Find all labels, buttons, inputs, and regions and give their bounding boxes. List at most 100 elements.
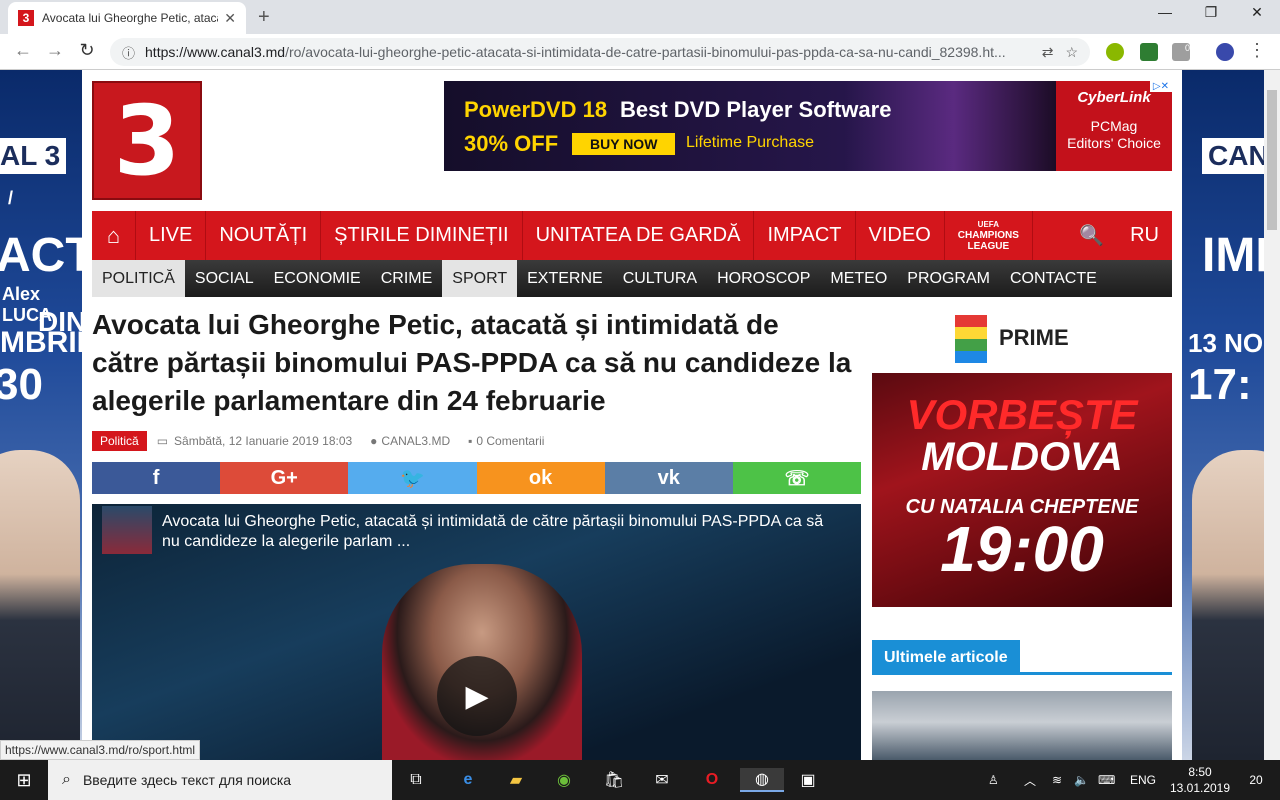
task-view-icon[interactable]: ⧉ [404,768,428,792]
subnav-item-externe[interactable]: EXTERNE [517,260,613,297]
reload-button[interactable]: ↻ [74,40,100,61]
address-bar[interactable]: ⓘ https://www.canal3.md/ro/avocata-lui-g… [110,38,1090,66]
subnav-item-sport[interactable]: SPORT [442,260,518,297]
download-extension-icon[interactable] [1140,43,1158,61]
taskbar-clock[interactable]: 8:50 13.01.2019 [1160,764,1240,796]
nav-item-video[interactable]: VIDEO [856,211,945,260]
windows-start-icon[interactable]: ⊞ [0,760,48,800]
side-impact-right: IMP [1202,229,1264,282]
share-google-plus-button[interactable]: G+ [220,462,349,494]
info-icon[interactable]: ⓘ [122,43,135,62]
taskbar-search-box[interactable]: ⌕ Введите здесь текст для поиска [48,760,392,800]
video-player[interactable]: Avocata lui Gheorghe Petic, atacată și i… [92,504,861,760]
store-icon[interactable]: 🛍 [602,768,626,792]
category-badge[interactable]: Politică [92,431,147,451]
prime-logo-mark [955,315,987,363]
subnav-item-horoscop[interactable]: HOROSCOP [707,260,820,297]
nav-item-noutati[interactable]: NOUTĂȚI [206,211,322,260]
left-side-banner[interactable]: AL 3 / ACT Alex LUCA DIN MBRIE 30 [0,70,82,760]
mail-icon[interactable]: ✉ [650,768,674,792]
file-explorer-icon[interactable]: ▰ [504,768,528,792]
translate-icon[interactable]: ⇄ [1042,44,1054,61]
close-window-button[interactable]: ✕ [1234,4,1280,21]
subnav-item-cultura[interactable]: CULTURA [613,260,707,297]
new-tab-button[interactable]: + [258,6,270,29]
edge-icon[interactable]: e [456,768,480,792]
browser-toolbar: ← → ↻ ⓘ https://www.canal3.md/ro/avocata… [0,34,1280,70]
subnav-item-crime[interactable]: CRIME [371,260,443,297]
favicon-icon: 3 [18,10,34,26]
prime-logo[interactable]: PRIME [955,315,1173,363]
canal3-logo[interactable]: 3 [92,81,202,200]
home-icon[interactable]: ⌂ [92,211,136,260]
side-date-right: 13 NO [1188,328,1264,358]
tray-chevron-icon[interactable]: ︿ [1024,760,1036,800]
article-comments[interactable]: 0 Comentarii [476,434,544,448]
notifications-icon[interactable]: 20 [1244,760,1268,800]
side-brand-right: CAN [1202,138,1264,174]
ad-cyberlink-panel: CyberLink PCMag Editors' Choice ▷✕ [1056,81,1172,171]
subnav-item-politica[interactable]: POLITICĂ [92,260,185,297]
play-button[interactable]: ▶ [437,656,517,736]
scrollbar-thumb[interactable] [1267,90,1277,230]
subnav-item-contacte[interactable]: CONTACTE [1000,260,1107,297]
profile-avatar[interactable] [1216,43,1234,61]
share-facebook-button[interactable]: f [92,462,221,494]
latest-article-thumbnail[interactable] [872,691,1172,760]
nav-item-stirile-diminetii[interactable]: ȘTIRILE DIMINEȚII [321,211,523,260]
ad-award-1: PCMag [1090,118,1138,134]
powerdvd-ad-banner[interactable]: PowerDVD 18 Best DVD Player Software 30%… [444,81,1172,171]
side-impact-left: ACT [0,229,82,282]
share-vk-button[interactable]: vk [604,462,733,494]
adchoices-icon[interactable]: ▷✕ [1149,81,1172,92]
nav-item-unitatea-de-garda[interactable]: UNITATEA DE GARDĂ [523,211,755,260]
nav-item-champions-league[interactable]: UEFA CHAMPIONS LEAGUE [945,211,1033,260]
share-twitter-button[interactable]: 🐦 [348,462,477,494]
input-language[interactable]: ENG [1130,760,1156,800]
subnav-item-program[interactable]: PROGRAM [897,260,1000,297]
subnav-item-economie[interactable]: ECONOMIE [264,260,371,297]
language-switch-ru[interactable]: RU [1117,211,1172,260]
maximize-button[interactable]: ❐ [1188,4,1234,21]
article-date: Sâmbătă, 12 Ianuarie 2019 18:03 [174,434,353,448]
extension-icon[interactable] [1106,43,1124,61]
share-whatsapp-button[interactable]: ☏ [732,462,862,494]
tab-close-icon[interactable]: ✕ [224,10,236,27]
latest-articles-label: Ultimele articole [872,640,1020,675]
clock-date: 13.01.2019 [1169,781,1231,795]
menu-icon[interactable]: ⋮ [1244,40,1270,61]
minimize-button[interactable]: — [1142,4,1188,20]
opera-icon[interactable]: O [700,768,724,792]
right-side-banner[interactable]: CAN IMP 13 NO 17: [1182,70,1264,760]
vorbeste-moldova-banner[interactable]: VORBEȘTE MOLDOVA CU NATALIA CHEPTENE 19:… [872,373,1172,607]
nav-item-impact[interactable]: IMPACT [754,211,856,260]
keyboard-icon[interactable]: ⌨ [1098,760,1115,800]
notification-count: 20 [1249,773,1263,787]
camera-app-icon[interactable]: ▣ [796,768,820,792]
bookmark-star-icon[interactable]: ☆ [1065,44,1078,61]
browser-tab[interactable]: 3 Avocata lui Gheorghe Petic, atacă ✕ [8,2,246,34]
champions-league-logo: UEFA CHAMPIONS LEAGUE [958,219,1019,252]
utorrent-icon[interactable]: ◉ [552,768,576,792]
volume-icon[interactable]: 🔈 [1074,760,1089,800]
extension-badge-icon[interactable]: 0 [1172,43,1190,61]
url-text[interactable]: https://www.canal3.md/ro/avocata-lui-ghe… [145,44,1030,60]
back-button[interactable]: ← [10,40,36,61]
share-bar: f G+ 🐦 ok vk ☏ [92,462,862,494]
subnav-item-meteo[interactable]: METEO [820,260,897,297]
ad-sub: Lifetime Purchase [686,134,815,151]
side-brand-left: AL 3 [0,138,67,174]
forward-button[interactable]: → [42,40,68,61]
people-icon[interactable]: ♙ [988,760,999,800]
nav-item-live[interactable]: LIVE [136,211,207,260]
side-time-right: 17: [1188,360,1252,409]
chrome-icon[interactable]: ◍ [740,768,784,792]
url-host: https://www.canal3.md [145,44,286,60]
share-odnoklassniki-button[interactable]: ok [476,462,605,494]
wifi-icon[interactable]: ≋ [1052,760,1062,800]
page-scrollbar[interactable] [1264,70,1280,760]
subnav-item-social[interactable]: SOCIAL [185,260,264,297]
video-title[interactable]: Avocata lui Gheorghe Petic, atacată și i… [162,512,842,552]
ad-buy-now-button[interactable]: BUY NOW [572,133,676,155]
search-icon[interactable]: 🔍 [1066,211,1117,260]
